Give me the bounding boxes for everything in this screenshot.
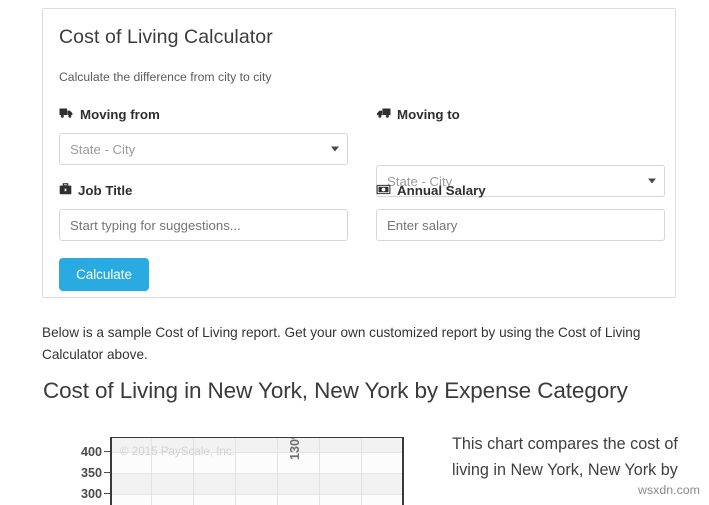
moving-from-label: Moving from [59, 107, 160, 122]
annual-salary-input[interactable] [376, 209, 665, 241]
annual-salary-label-text: Annual Salary [397, 183, 486, 198]
chart-copyright-watermark: © 2015 PayScale, Inc. [120, 445, 235, 458]
bar-data-label: 130% [288, 437, 302, 460]
chart-gridline-v [235, 438, 236, 505]
calculate-button[interactable]: Calculate [59, 258, 149, 291]
y-tick-label: 300 [80, 487, 102, 501]
chart-gridline-v [361, 438, 362, 505]
chart-gridline-v [319, 438, 320, 505]
page-title: Cost of Living Calculator [59, 26, 273, 48]
page-root: Cost of Living Calculator Calculate the … [0, 0, 709, 505]
truck-left-icon [59, 107, 74, 122]
chart-description: This chart compares the cost of living i… [452, 435, 678, 479]
moving-from-label-text: Moving from [80, 107, 160, 122]
moving-to-label-text: Moving to [397, 107, 460, 122]
job-title-label: Job Title [59, 183, 132, 198]
chart-y-axis-labels: 400 350 300 [62, 437, 102, 505]
site-watermark: wsxdn.com [638, 483, 700, 497]
annual-salary-label: Annual Salary [376, 183, 486, 198]
truck-right-icon [376, 107, 391, 122]
chart-gridline-h [112, 494, 402, 495]
chart-band [112, 473, 402, 494]
card-subtitle: Calculate the difference from city to ci… [59, 70, 272, 84]
report-heading: Cost of Living in New York, New York by … [43, 378, 628, 403]
cost-of-living-calculator-card: Cost of Living Calculator Calculate the … [42, 8, 676, 298]
chart-gridline-v [277, 438, 278, 505]
chart-gridline-h [112, 473, 402, 474]
cost-of-living-chart: 400 350 300 © 2015 PayScale, Inc. 130% [62, 437, 407, 505]
sample-report-paragraph: Below is a sample Cost of Living report.… [42, 325, 641, 362]
job-title-input[interactable] [59, 209, 348, 241]
moving-to-label: Moving to [376, 107, 460, 122]
job-title-label-text: Job Title [78, 183, 133, 198]
moving-from-select-wrapper[interactable]: State - City [59, 133, 348, 165]
money-icon [376, 183, 391, 198]
y-tick-label: 400 [80, 445, 102, 459]
y-tick-label: 350 [80, 466, 102, 480]
annual-salary-input-wrapper[interactable] [376, 209, 665, 241]
moving-from-select[interactable]: State - City [59, 133, 348, 165]
job-title-input-wrapper[interactable] [59, 209, 348, 241]
chart-plot-area: © 2015 PayScale, Inc. 130% [110, 437, 404, 505]
briefcase-icon [59, 183, 72, 198]
